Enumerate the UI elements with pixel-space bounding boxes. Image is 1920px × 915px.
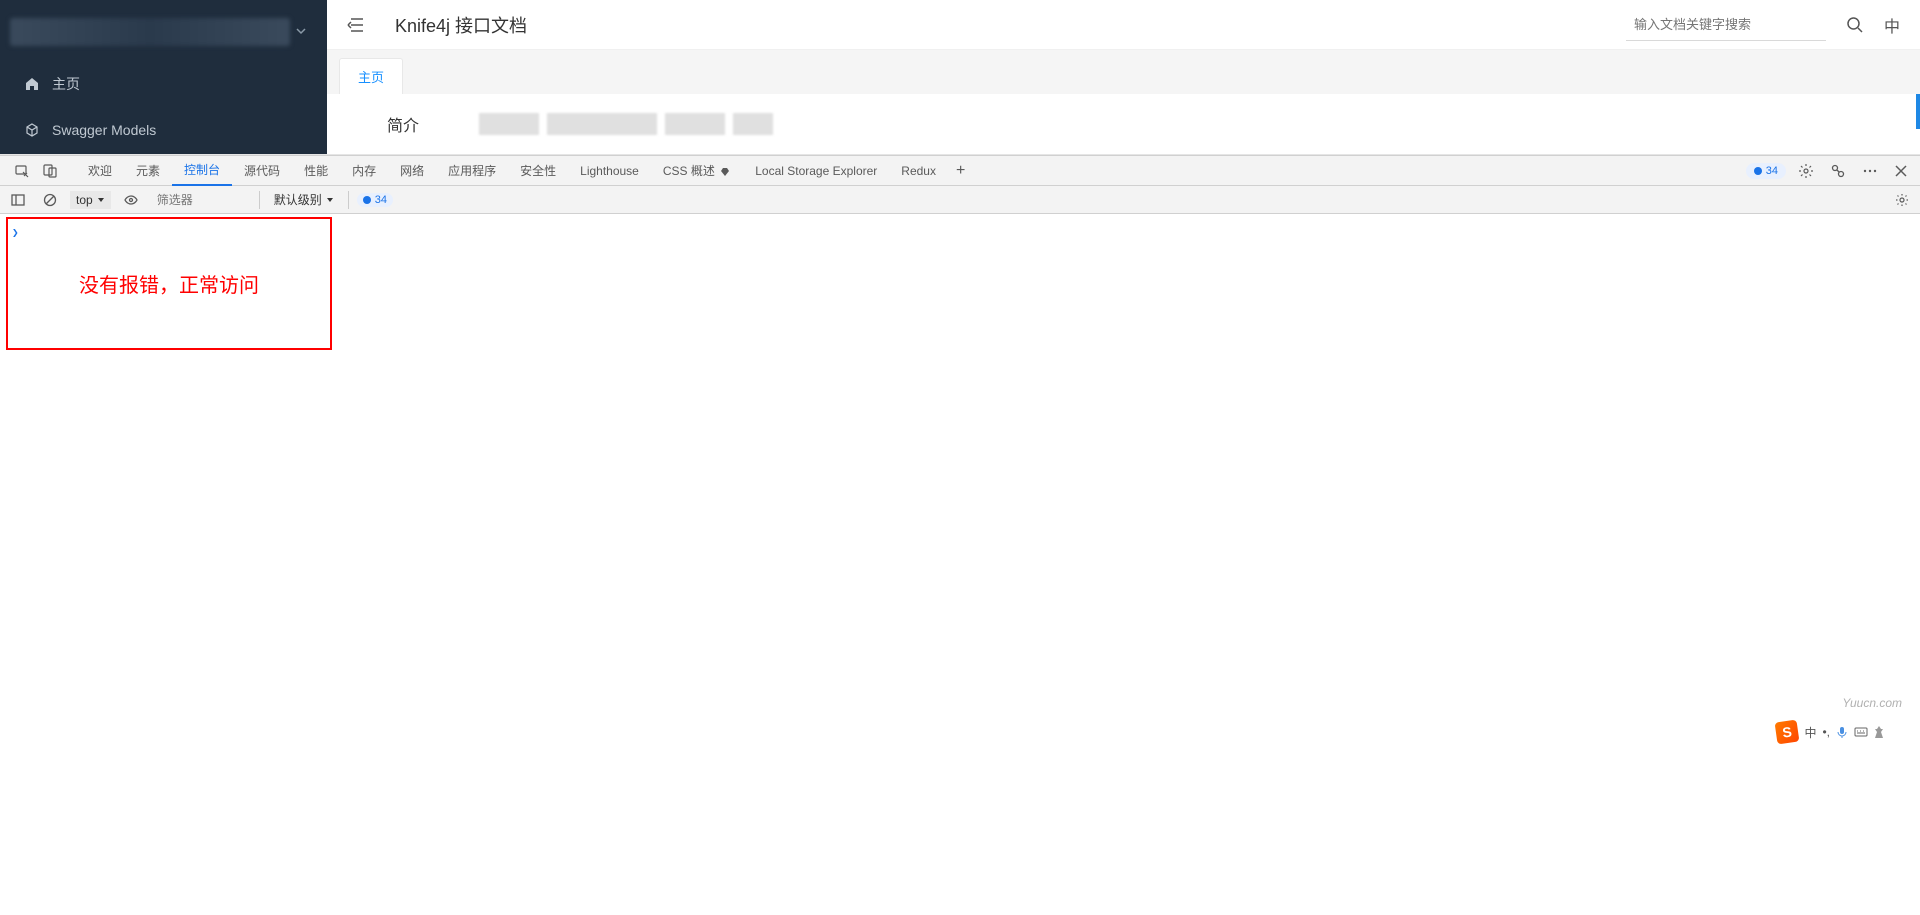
sidebar-item-label: Swagger Models	[52, 122, 156, 138]
console-issue-badge[interactable]: 34	[357, 193, 393, 207]
activity-icon[interactable]	[1826, 159, 1850, 183]
content-area: 简介	[327, 94, 1920, 154]
devtools-tab-sources[interactable]: 源代码	[232, 156, 292, 185]
main-area: Knife4j 接口文档 中 主页 简介	[327, 0, 1920, 154]
devtools-tab-performance[interactable]: 性能	[292, 156, 340, 185]
devtools-tab-console[interactable]: 控制台	[172, 155, 232, 186]
content-intro-row: 简介	[357, 112, 1890, 136]
console-prompt-icon: ❯	[12, 226, 19, 239]
inspect-element-icon[interactable]	[8, 157, 36, 185]
console-level-select[interactable]: 默认级别	[268, 189, 340, 210]
live-expression-icon[interactable]	[119, 188, 143, 212]
home-icon	[24, 76, 40, 92]
sidebar-collapse-icon[interactable]	[347, 16, 365, 34]
ime-punct[interactable]: •,	[1822, 725, 1830, 739]
devtools-panel: 欢迎 元素 控制台 源代码 性能 内存 网络 应用程序 安全性 Lighthou…	[0, 155, 1920, 784]
ime-toolbar: S 中 •,	[1770, 719, 1890, 745]
clear-console-icon[interactable]	[38, 188, 62, 212]
sogou-logo-icon[interactable]: S	[1775, 720, 1800, 745]
page-title: Knife4j 接口文档	[395, 12, 527, 38]
devtools-tab-application[interactable]: 应用程序	[436, 156, 508, 185]
ime-lang[interactable]: 中	[1804, 724, 1816, 741]
cube-icon	[24, 122, 40, 138]
console-toolbar: top 默认级别 34	[0, 186, 1920, 214]
sidebar-project-name-blurred	[10, 18, 290, 46]
microphone-icon[interactable]	[1836, 726, 1848, 738]
devtools-tab-elements[interactable]: 元素	[124, 156, 172, 185]
tab-home[interactable]: 主页	[339, 58, 403, 94]
intro-value-blurred	[479, 113, 773, 135]
language-toggle[interactable]: 中	[1884, 13, 1900, 37]
intro-label: 简介	[387, 112, 419, 136]
content-scroll-indicator	[1916, 94, 1920, 129]
watermark-yuucn: Yuucn.com	[1842, 696, 1902, 710]
app-top-region: 主页 Swagger Models Knife4j 接口文档 中 主页	[0, 0, 1920, 155]
devtools-tab-redux[interactable]: Redux	[889, 158, 948, 184]
devtools-tab-memory[interactable]: 内存	[340, 156, 388, 185]
sidebar: 主页 Swagger Models	[0, 0, 327, 154]
console-settings-icon[interactable]	[1890, 188, 1914, 212]
more-icon[interactable]	[1858, 159, 1882, 183]
devtools-tab-network[interactable]: 网络	[388, 156, 436, 185]
console-sidebar-toggle-icon[interactable]	[6, 188, 30, 212]
devtools-tab-local-storage[interactable]: Local Storage Explorer	[743, 158, 889, 184]
gear-icon[interactable]	[1794, 159, 1818, 183]
devtools-tab-security[interactable]: 安全性	[508, 156, 568, 185]
sidebar-item-home[interactable]: 主页	[0, 60, 327, 108]
header-right: 中	[1626, 9, 1900, 41]
pin-icon[interactable]	[1874, 726, 1884, 738]
sidebar-item-swagger-models[interactable]: Swagger Models	[0, 108, 327, 152]
divider	[259, 191, 260, 209]
keyboard-icon[interactable]	[1854, 727, 1868, 737]
devtools-tab-css-overview[interactable]: CSS 概述	[651, 156, 743, 185]
main-header: Knife4j 接口文档 中	[327, 0, 1920, 50]
close-icon[interactable]	[1890, 160, 1912, 182]
sidebar-project-selector[interactable]	[0, 0, 327, 60]
badge-dot-icon	[1754, 167, 1762, 175]
tabs-row: 主页	[327, 50, 1920, 94]
device-toggle-icon[interactable]	[36, 157, 64, 185]
devtools-tab-lighthouse[interactable]: Lighthouse	[568, 158, 651, 184]
divider	[348, 191, 349, 209]
sidebar-item-label: 主页	[52, 74, 80, 94]
devtools-add-tab-icon[interactable]: +	[948, 158, 973, 184]
devtools-right-controls: 34	[1746, 159, 1912, 183]
console-filter-input[interactable]	[151, 191, 251, 209]
badge-dot-icon	[363, 196, 371, 204]
console-body[interactable]: ❯	[0, 214, 1920, 784]
console-context-select[interactable]: top	[70, 191, 111, 209]
devtools-tabs-bar: 欢迎 元素 控制台 源代码 性能 内存 网络 应用程序 安全性 Lighthou…	[0, 156, 1920, 186]
search-icon[interactable]	[1846, 16, 1864, 34]
devtools-tab-welcome[interactable]: 欢迎	[76, 156, 124, 185]
devtools-issues-badge[interactable]: 34	[1746, 163, 1786, 179]
search-input[interactable]	[1626, 9, 1826, 41]
chevron-down-icon	[295, 25, 307, 37]
